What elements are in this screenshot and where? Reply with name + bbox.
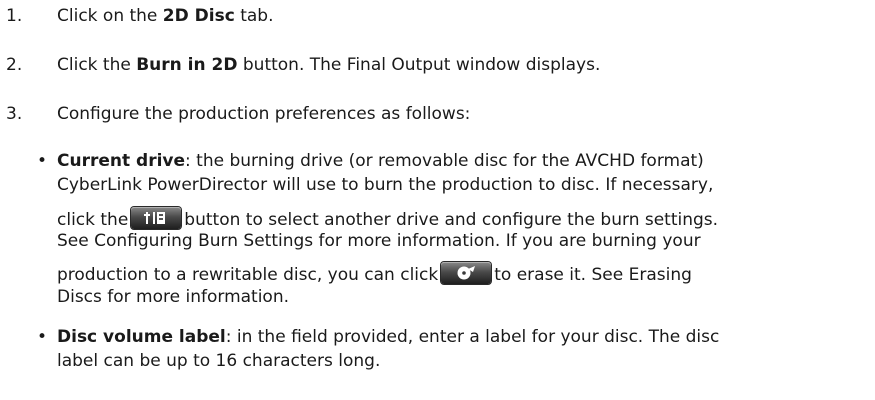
current-drive-line-5: production to a rewritable disc, you can… bbox=[57, 262, 692, 285]
step-1-number: 1. bbox=[6, 6, 23, 26]
bullet-dot: • bbox=[37, 151, 48, 171]
erase-disc-icon[interactable] bbox=[441, 262, 492, 284]
step-3-number: 3. bbox=[6, 104, 23, 124]
step-1-text: Click on the 2D Disc tab. bbox=[57, 6, 274, 26]
disc-volume-line-1: Disc volume label: in the field provided… bbox=[57, 327, 720, 347]
current-drive-line-1: Current drive: the burning drive (or rem… bbox=[57, 151, 704, 171]
current-drive-line-4: See Configuring Burn Settings for more i… bbox=[57, 231, 701, 251]
bullet-dot: • bbox=[37, 327, 48, 347]
disc-volume-term: Disc volume label bbox=[57, 327, 226, 347]
step-2-bold: Burn in 2D bbox=[136, 55, 238, 75]
current-drive-line-6: Discs for more information. bbox=[57, 287, 290, 307]
current-drive-line-3: click the button to select another drive … bbox=[57, 207, 718, 230]
step-2-text: Click the Burn in 2D button. The Final O… bbox=[57, 55, 601, 75]
drive-settings-icon[interactable] bbox=[131, 207, 182, 229]
step-1-bold: 2D Disc bbox=[162, 6, 235, 26]
step-2-number: 2. bbox=[6, 55, 23, 75]
current-drive-line-2: CyberLink PowerDirector will use to burn… bbox=[57, 175, 714, 195]
step-3-text: Configure the production preferences as … bbox=[57, 104, 471, 124]
current-drive-term: Current drive bbox=[57, 151, 186, 171]
disc-volume-line-2: label can be up to 16 characters long. bbox=[57, 351, 381, 371]
